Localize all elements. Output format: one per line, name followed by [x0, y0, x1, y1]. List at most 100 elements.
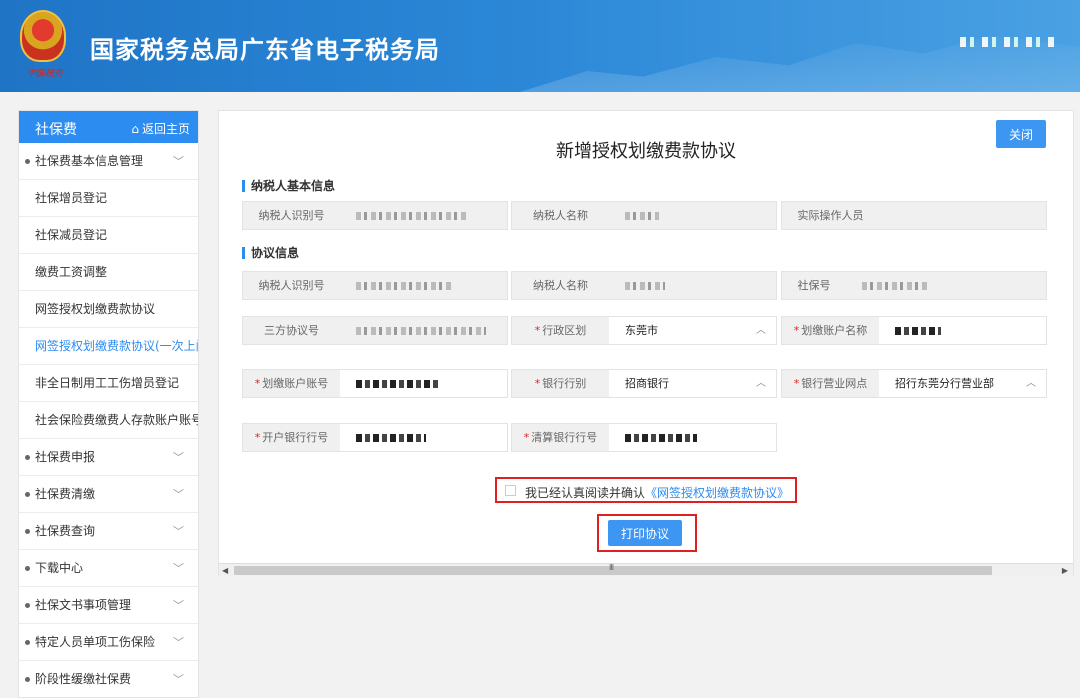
- field-label: * 行政区划: [512, 317, 609, 344]
- chevron-down-icon[interactable]: ﹀: [173, 587, 184, 624]
- field-label: * 划缴账户账号: [243, 370, 340, 397]
- field-value: [340, 202, 507, 229]
- chevron-up-icon[interactable]: ︿: [756, 370, 766, 397]
- field-value: [340, 272, 507, 299]
- sidebar-item-label: 网签授权划缴费款协议(一次上门: [35, 339, 199, 353]
- field-label: * 开户银行行号: [243, 424, 340, 451]
- home-link[interactable]: ⌂ 返回主页: [131, 120, 190, 137]
- bullet-icon: [25, 455, 30, 460]
- bullet-icon: [25, 640, 30, 645]
- sidebar-item[interactable]: 社保文书事项管理 ﹀: [19, 587, 198, 624]
- chevron-down-icon[interactable]: ﹀: [173, 513, 184, 550]
- field-value: [340, 317, 507, 344]
- field-value: [340, 370, 507, 397]
- sidebar-item-label: 非全日制用工工伤增员登记: [35, 376, 180, 390]
- page-title: 新增授权划缴费款协议: [556, 141, 736, 162]
- sidebar-item-label: 社保费查询: [35, 524, 96, 538]
- basic-operator-field: 实际操作人员: [781, 201, 1047, 230]
- agreement-link[interactable]: 《网签授权划缴费款协议》: [645, 486, 789, 500]
- social-no-field: 社保号: [781, 271, 1047, 300]
- field-value: 招行东莞分行营业部: [879, 370, 1046, 397]
- print-agreement-button[interactable]: 打印协议: [608, 520, 682, 546]
- sidebar-item[interactable]: 缴费工资调整: [19, 254, 198, 291]
- chevron-up-icon[interactable]: ︿: [756, 317, 766, 344]
- open-bank-no-input[interactable]: * 开户银行行号: [242, 423, 508, 452]
- field-value: [879, 202, 1046, 229]
- field-label: 社保号: [782, 272, 846, 299]
- section-agreement-title: 协议信息: [242, 247, 299, 259]
- chevron-down-icon[interactable]: ﹀: [173, 143, 184, 180]
- field-value: 招商银行: [609, 370, 776, 397]
- sidebar-item[interactable]: 社保费基本信息管理 ﹀: [19, 143, 198, 180]
- section-basic-title: 纳税人基本信息: [242, 180, 335, 192]
- sidebar-item[interactable]: 网签授权划缴费款协议(一次上门: [19, 328, 198, 365]
- horizontal-scrollbar[interactable]: ◀ III ▶: [219, 563, 1073, 576]
- bullet-icon: [25, 603, 30, 608]
- sidebar-item[interactable]: 社保增员登记: [19, 180, 198, 217]
- scroll-right-icon[interactable]: ▶: [1062, 564, 1068, 577]
- agreement-confirm-text: 我已经认真阅读并确认《网签授权划缴费款协议》: [525, 486, 790, 500]
- sidebar-item[interactable]: 社保费清缴 ﹀: [19, 476, 198, 513]
- home-link-label: 返回主页: [141, 122, 190, 136]
- sidebar-item[interactable]: 社保减员登记: [19, 217, 198, 254]
- field-label: * 清算银行行号: [512, 424, 609, 451]
- chevron-down-icon[interactable]: ﹀: [173, 439, 184, 476]
- sidebar-item-label: 社保减员登记: [35, 228, 108, 242]
- bullet-icon: [25, 677, 30, 682]
- agreement-taxpayer-name-field: 纳税人名称: [511, 271, 777, 300]
- chevron-down-icon[interactable]: ﹀: [173, 550, 184, 587]
- field-label: 纳税人名称: [512, 272, 609, 299]
- user-info-masked[interactable]: [960, 36, 1060, 50]
- clearing-bank-no-input[interactable]: * 清算银行行号: [511, 423, 777, 452]
- field-label: 实际操作人员: [782, 202, 879, 229]
- agreement-checkbox[interactable]: [505, 485, 516, 496]
- sidebar-item[interactable]: 社保费申报 ﹀: [19, 439, 198, 476]
- agreement-panel: 关闭 新增授权划缴费款协议 纳税人基本信息 纳税人识别号 纳税人名称 实际操作人…: [218, 110, 1074, 576]
- tax-emblem-icon: [20, 10, 66, 62]
- field-value: [609, 202, 776, 229]
- sidebar-item[interactable]: 下载中心 ﹀: [19, 550, 198, 587]
- scroll-grip: III: [609, 563, 614, 572]
- field-value: [846, 272, 1046, 299]
- sidebar-item-label: 社保费基本信息管理: [35, 154, 144, 168]
- sidebar-item-label: 社保增员登记: [35, 191, 108, 205]
- account-name-input[interactable]: * 划缴账户名称: [781, 316, 1047, 345]
- field-label: * 银行行别: [512, 370, 609, 397]
- sidebar-item-label: 缴费工资调整: [35, 265, 108, 279]
- emblem-text: 中国税务: [26, 69, 63, 79]
- chevron-up-icon[interactable]: ︿: [1026, 370, 1036, 397]
- basic-taxpayer-name-field: 纳税人名称: [511, 201, 777, 230]
- sidebar-item[interactable]: 阶段性缓缴社保费 ﹀: [19, 661, 198, 697]
- basic-taxpayer-id-field: 纳税人识别号: [242, 201, 508, 230]
- field-value: [340, 424, 507, 451]
- sidebar: 社保费 ⌂ 返回主页 社保费基本信息管理 ﹀ 社保增员登记 社保减员登记 缴费工资调整网签…: [18, 110, 199, 698]
- bullet-icon: [25, 492, 30, 497]
- sidebar-item[interactable]: 网签授权划缴费款协议: [19, 291, 198, 328]
- sidebar-item[interactable]: 社保费查询 ﹀: [19, 513, 198, 550]
- sidebar-header: 社保费 ⌂ 返回主页: [19, 111, 198, 143]
- bank-branch-select[interactable]: * 银行营业网点 招行东莞分行营业部 ︿: [781, 369, 1047, 398]
- site-title: 国家税务总局广东省电子税务局: [90, 36, 440, 64]
- field-value: 东莞市: [609, 317, 776, 344]
- chevron-down-icon[interactable]: ﹀: [173, 624, 184, 661]
- bank-type-select[interactable]: * 银行行别 招商银行 ︿: [511, 369, 777, 398]
- sidebar-item[interactable]: 特定人员单项工伤保险 ﹀: [19, 624, 198, 661]
- scroll-left-icon[interactable]: ◀: [222, 564, 228, 577]
- sidebar-item-label: 社保费申报: [35, 450, 96, 464]
- sidebar-item-label: 阶段性缓缴社保费: [35, 672, 132, 686]
- bullet-icon: [25, 529, 30, 534]
- chevron-down-icon[interactable]: ﹀: [173, 661, 184, 697]
- scrollbar-thumb[interactable]: III: [234, 563, 992, 575]
- district-select[interactable]: * 行政区划 东莞市 ︿: [511, 316, 777, 345]
- print-button-highlight: 打印协议: [597, 514, 697, 552]
- home-icon: ⌂: [131, 122, 139, 136]
- sidebar-item[interactable]: 社会保险费缴费人存款账户账号: [19, 402, 198, 439]
- sidebar-item-label: 特定人员单项工伤保险: [35, 635, 156, 649]
- chevron-down-icon[interactable]: ﹀: [173, 476, 184, 513]
- sidebar-item[interactable]: 非全日制用工工伤增员登记: [19, 365, 198, 402]
- bullet-icon: [25, 566, 30, 571]
- field-value: [609, 272, 776, 299]
- sidebar-menu: 社保费基本信息管理 ﹀ 社保增员登记 社保减员登记 缴费工资调整网签授权划缴费款协议网签…: [19, 143, 198, 697]
- account-no-input[interactable]: * 划缴账户账号: [242, 369, 508, 398]
- field-label: 纳税人识别号: [243, 272, 340, 299]
